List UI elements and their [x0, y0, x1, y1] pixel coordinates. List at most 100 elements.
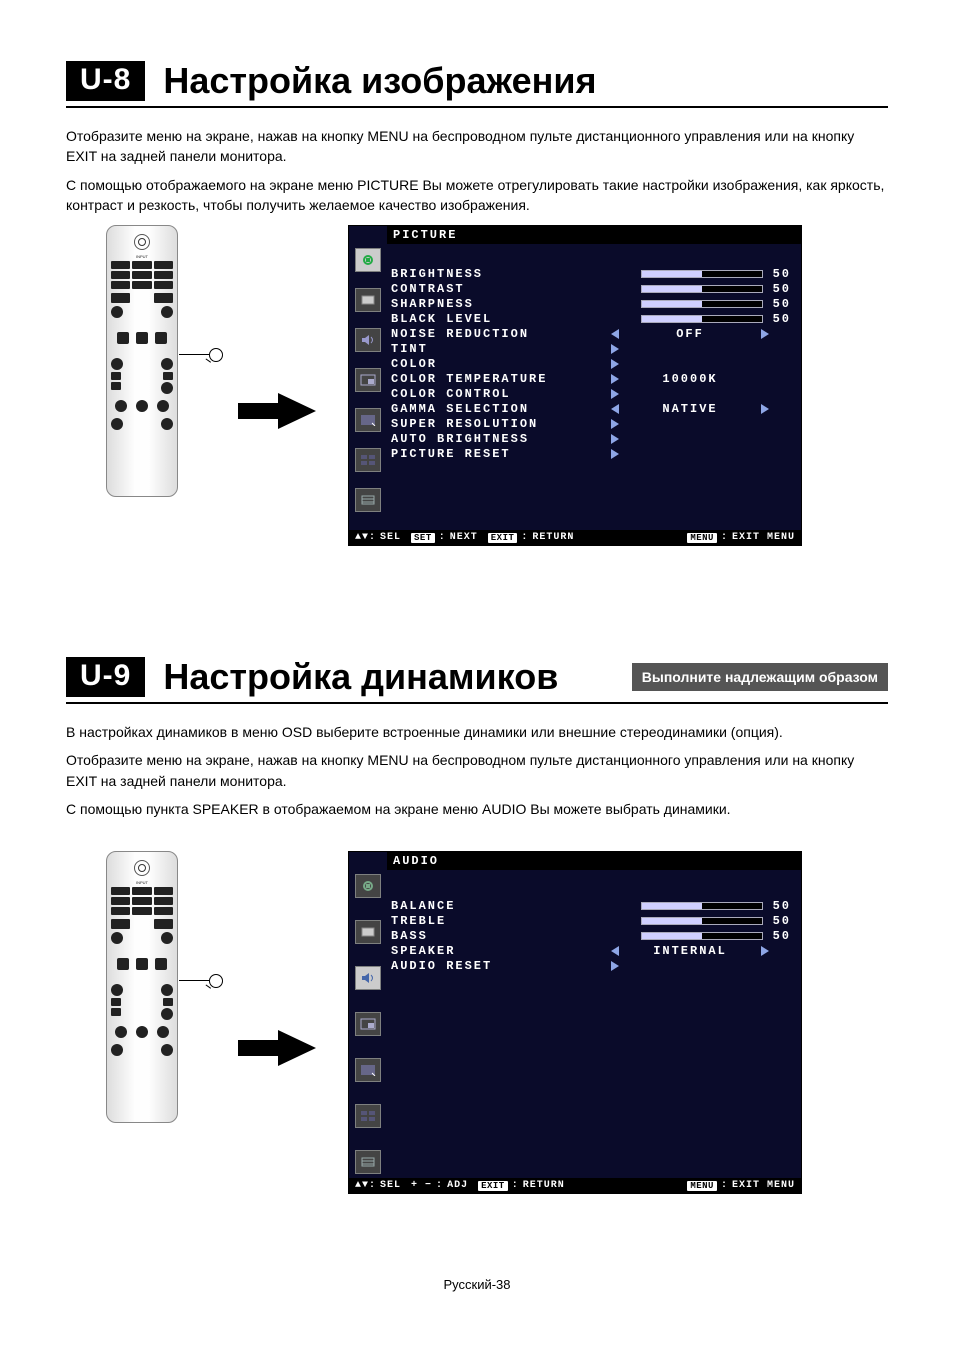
osd-sidebar — [349, 244, 387, 530]
osd-item: COLOR — [391, 356, 791, 371]
triangle-left-icon — [611, 946, 619, 956]
osd-item-label: BLACK LEVEL — [391, 312, 551, 326]
magnifier-icon — [179, 980, 209, 982]
remote-illustration-2: INPUT — [106, 851, 178, 1123]
osd-item-value: INTERNAL — [619, 944, 761, 958]
remote-power-button — [134, 860, 150, 876]
osd-slider — [641, 285, 763, 293]
osd-slider — [641, 270, 763, 278]
osd-tab-protect-icon — [355, 1150, 381, 1174]
osd-foot-menukey: MENU — [687, 1181, 717, 1191]
osd-item: CONTRAST 50 — [391, 281, 791, 296]
section-tag-u8: U-8 — [66, 61, 145, 101]
osd-tab-picture-icon — [355, 874, 381, 898]
osd-item-label: NOISE REDUCTION — [391, 327, 551, 341]
osd-tab-pip-icon — [355, 368, 381, 392]
osd-item-label: TREBLE — [391, 914, 551, 928]
osd-item-value: OFF — [619, 327, 761, 341]
section-title-u8: Настройка изображения — [163, 60, 596, 102]
osd-tab-screen-icon — [355, 920, 381, 944]
osd-audio-window: AUDIO BALANCE50TREBLE 50 BASS 50 SPEAKER INTE… — [348, 851, 802, 1194]
triangle-right-icon — [761, 404, 769, 414]
osd-foot-next: NEXT — [450, 532, 478, 543]
page-footer: Русский-38 — [0, 1277, 954, 1292]
osd-item: AUTO BRIGHTNESS — [391, 431, 791, 446]
section-badge-u9: Выполните надлежащим образом — [632, 663, 888, 691]
osd-item-label: SHARPNESS — [391, 297, 551, 311]
osd-item: SUPER RESOLUTION — [391, 416, 791, 431]
osd-foot-return: RETURN — [523, 1180, 565, 1191]
triangle-right-icon — [611, 389, 619, 399]
osd-tab-multidisp-icon — [355, 448, 381, 472]
osd-item: BALANCE50 — [391, 898, 791, 913]
u9-paragraph-3: С помощью пункта SPEAKER в отображаемом … — [66, 799, 888, 819]
triangle-right-icon — [761, 329, 769, 339]
osd-tab-audio-icon — [355, 966, 381, 990]
osd-item: COLOR CONTROL — [391, 386, 791, 401]
magnifier-icon — [179, 354, 209, 356]
osd-item-value: 10000K — [619, 372, 761, 386]
triangle-right-icon — [611, 359, 619, 369]
osd-item: BRIGHTNESS50 — [391, 266, 791, 281]
osd-tab-picture-icon — [355, 248, 381, 272]
osd-item-label: AUDIO RESET — [391, 959, 551, 973]
osd-picture-window: PICTURE BRIGHTNESS50CONTRAST50SHARPNESS5… — [348, 225, 802, 546]
triangle-right-icon — [611, 434, 619, 444]
arrow-icon — [238, 1028, 318, 1068]
osd-foot-setkey: SET — [411, 533, 435, 543]
arrow-icon — [238, 391, 318, 431]
osd-item: NOISE REDUCTION OFF — [391, 326, 791, 341]
osd-item: SHARPNESS 50 — [391, 296, 791, 311]
triangle-right-icon — [611, 344, 619, 354]
osd-slider — [641, 932, 763, 940]
osd-foot-exitmenu: EXIT MENU — [732, 1180, 795, 1191]
osd-tab-protect-icon — [355, 488, 381, 512]
osd-item-label: CONTRAST — [391, 282, 551, 296]
osd-slider — [641, 300, 763, 308]
osd-item-label: PICTURE RESET — [391, 447, 551, 461]
osd-item-label: COLOR TEMPERATURE — [391, 372, 551, 386]
section-title-u9: Настройка динамиков — [163, 656, 558, 698]
osd-item-label: SPEAKER — [391, 944, 551, 958]
osd-item: BLACK LEVEL 50 — [391, 311, 791, 326]
osd-item: AUDIO RESET — [391, 958, 791, 973]
triangle-right-icon — [611, 419, 619, 429]
osd-slider — [641, 917, 763, 925]
osd-item-value: 50 — [767, 899, 791, 913]
osd-item-label: TINT — [391, 342, 551, 356]
osd-item-label: BRIGHTNESS — [391, 267, 551, 281]
osd-item: SPEAKER INTERNAL — [391, 943, 791, 958]
osd-item-label: SUPER RESOLUTION — [391, 417, 551, 431]
u9-paragraph-2: Отобразите меню на экране, нажав на кноп… — [66, 750, 888, 791]
remote-illustration: INPUT — [106, 225, 178, 497]
section-header-u8: U-8 Настройка изображения — [66, 60, 888, 108]
u8-paragraph-1: Отобразите меню на экране, нажав на кноп… — [66, 126, 888, 167]
osd-audio-title: AUDIO — [387, 852, 801, 870]
osd-tab-audio-icon — [355, 328, 381, 352]
osd-foot-exitkey: EXIT — [488, 533, 518, 543]
triangle-left-icon — [611, 329, 619, 339]
section-tag-u9: U-9 — [66, 657, 145, 697]
osd-foot-sel: SEL — [380, 532, 401, 543]
osd-sidebar — [349, 870, 387, 1178]
osd-foot-exitkey: EXIT — [478, 1181, 508, 1191]
osd-item-label: BASS — [391, 929, 551, 943]
osd-item: PICTURE RESET — [391, 446, 791, 461]
osd-foot-adj: ADJ — [447, 1180, 468, 1191]
osd-item-value: 50 — [767, 312, 791, 326]
osd-item: COLOR TEMPERATURE 10000K — [391, 371, 791, 386]
osd-item-label: AUTO BRIGHTNESS — [391, 432, 551, 446]
remote-power-button — [134, 234, 150, 250]
u8-paragraph-2: С помощью отображаемого на экране меню P… — [66, 175, 888, 216]
osd-foot-exitmenu: EXIT MENU — [732, 532, 795, 543]
osd-item-value: 50 — [767, 929, 791, 943]
triangle-left-icon — [611, 404, 619, 414]
triangle-right-icon — [611, 374, 619, 384]
osd-item-value: NATIVE — [619, 402, 761, 416]
u9-paragraph-1: В настройках динамиков в меню OSD выбери… — [66, 722, 888, 742]
osd-item-value: 50 — [767, 297, 791, 311]
osd-item-label: COLOR CONTROL — [391, 387, 551, 401]
osd-slider — [641, 902, 763, 910]
osd-item-value: 50 — [767, 282, 791, 296]
triangle-right-icon — [611, 449, 619, 459]
